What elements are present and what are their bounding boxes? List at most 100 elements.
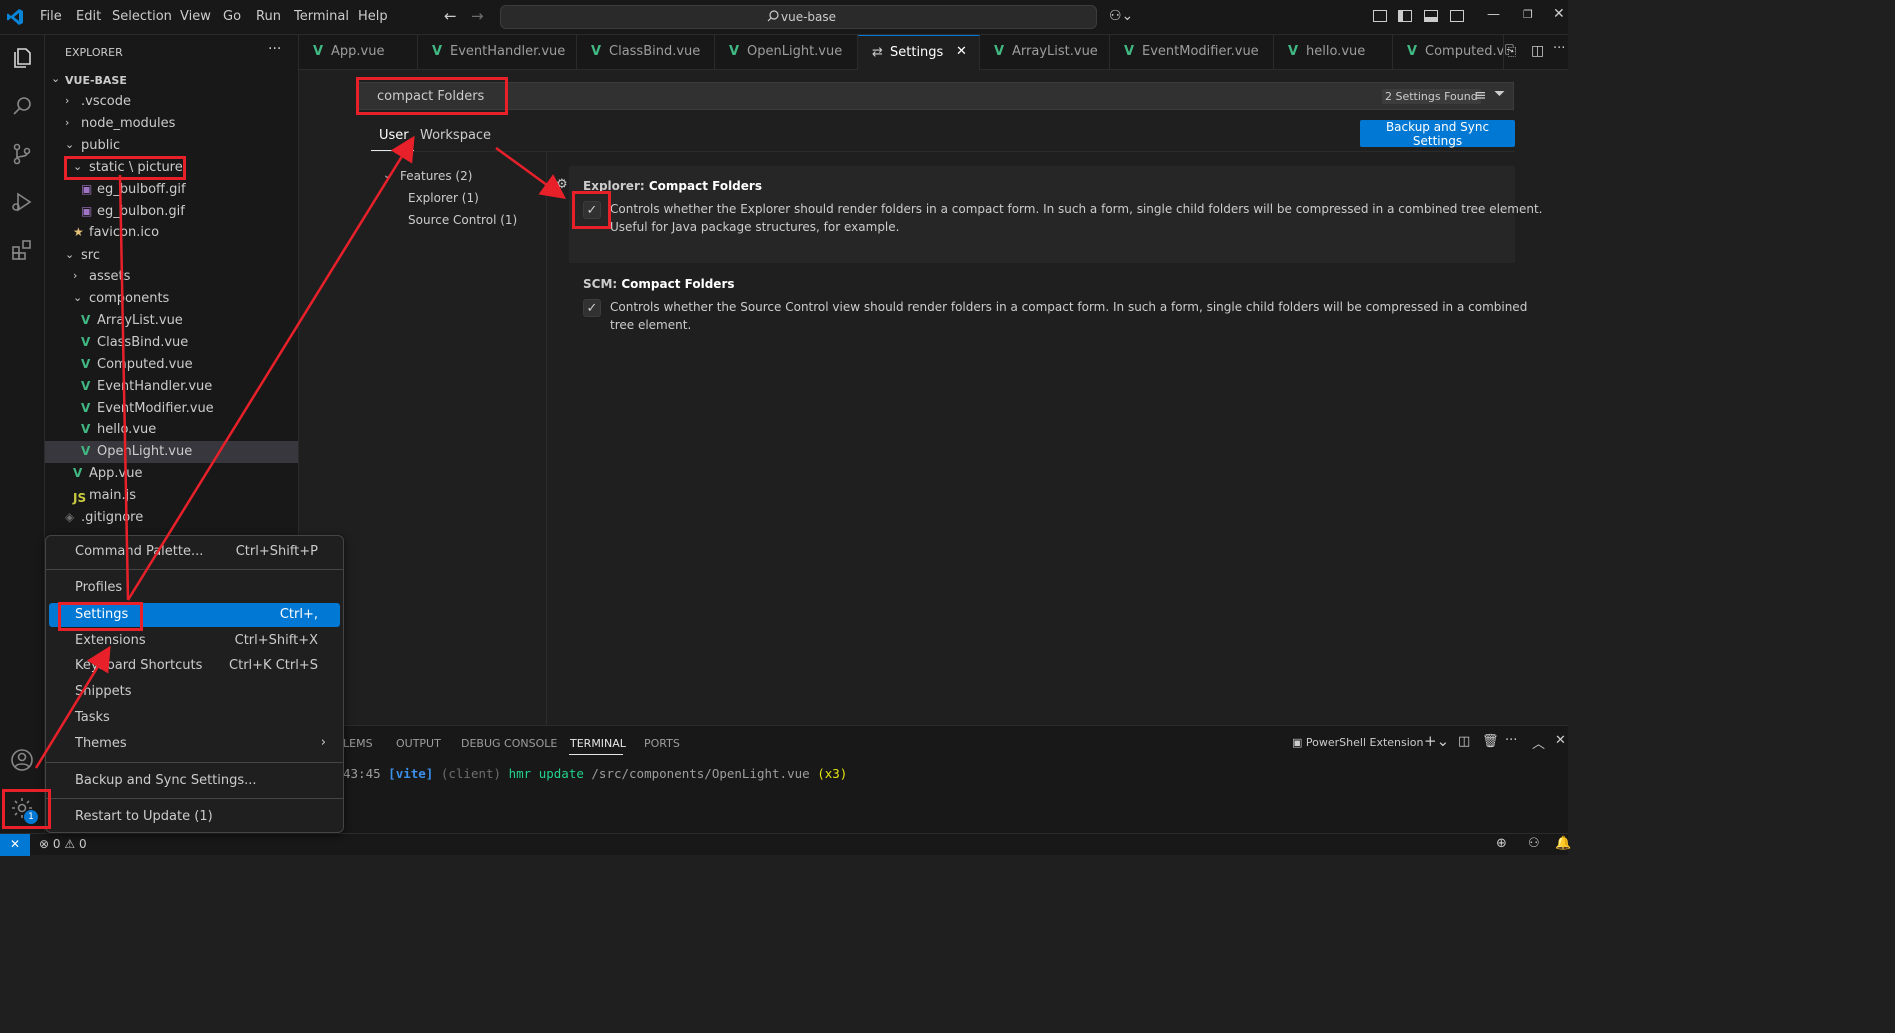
panel-tab-ports[interactable]: PORTS	[644, 737, 680, 750]
copilot-icon[interactable]: ⚇⌄	[1109, 8, 1133, 24]
tree-file[interactable]: V OpenLight.vue	[45, 441, 298, 463]
tab-settings[interactable]: ⇄ Settings ✕	[858, 35, 980, 70]
terminal-selector[interactable]: ▣ PowerShell Extension	[1292, 736, 1424, 749]
annotation-box-search	[356, 77, 508, 115]
menu-keyboard-shortcuts[interactable]: Keyboard Shortcuts Ctrl+K Ctrl+S	[49, 654, 340, 678]
open-settings-json-icon[interactable]: ⎘	[1505, 43, 1516, 59]
more-actions-icon[interactable]: ···	[1553, 41, 1565, 56]
close-tab-icon[interactable]: ✕	[956, 44, 967, 59]
tree-file[interactable]: ▣ eg_bulboff.gif	[45, 179, 298, 201]
new-terminal-icon[interactable]: +⌄	[1424, 732, 1449, 750]
menu-tasks[interactable]: Tasks	[49, 706, 340, 730]
tree-file[interactable]: V ClassBind.vue	[45, 332, 298, 354]
tree-folder[interactable]: ⌄ src	[45, 245, 298, 267]
tree-file[interactable]: ★ favicon.ico	[45, 222, 298, 244]
menu-terminal[interactable]: Terminal	[294, 9, 349, 24]
trash-icon[interactable]: 🗑	[1482, 734, 1499, 749]
menu-help[interactable]: Help	[358, 9, 388, 24]
close-window-icon[interactable]: ✕	[1553, 6, 1565, 22]
tree-folder[interactable]: › .vscode	[45, 91, 298, 113]
toc-features[interactable]: Features (2)	[400, 169, 472, 183]
menu-themes[interactable]: Themes ›	[49, 732, 340, 756]
tab-classbind-vue[interactable]: V ClassBind.vue	[577, 35, 715, 70]
tab-eventmodifier-vue[interactable]: V EventModifier.vue	[1110, 35, 1274, 70]
tab-computed-vue[interactable]: VComputed.vue	[1393, 35, 1504, 70]
command-center-search[interactable]: vue-base	[500, 5, 1097, 29]
accounts-icon[interactable]	[8, 746, 36, 774]
menu-command-palette[interactable]: Command Palette... Ctrl+Shift+P	[49, 540, 340, 564]
workspace-root[interactable]: ⌄ VUE-BASE	[45, 69, 298, 91]
menu-backup-sync[interactable]: Backup and Sync Settings...	[49, 769, 340, 793]
menu-run[interactable]: Run	[256, 9, 281, 24]
menu-go[interactable]: Go	[223, 9, 241, 24]
tree-folder[interactable]: › assets	[45, 266, 298, 288]
tree-file[interactable]: V EventHandler.vue	[45, 376, 298, 398]
tree-file[interactable]: V EventModifier.vue	[45, 398, 298, 420]
filter-icon[interactable]: ⏷	[1494, 86, 1505, 102]
search-view-icon[interactable]	[8, 92, 36, 120]
remote-indicator-icon[interactable]: ✕	[0, 834, 30, 856]
tab-app-vue[interactable]: V App.vue	[299, 35, 418, 70]
maximize-panel-icon[interactable]: ︿	[1532, 733, 1545, 752]
panel-tab-terminal[interactable]: TERMINAL	[570, 737, 626, 750]
restore-icon[interactable]: ❐	[1523, 8, 1533, 21]
tree-file[interactable]: V Computed.vue	[45, 354, 298, 376]
menu-snippets[interactable]: Snippets	[49, 680, 340, 704]
menu-edit[interactable]: Edit	[76, 9, 101, 24]
scm-compact-folders-checkbox[interactable]: ✓	[583, 299, 601, 317]
panel-tab-problems[interactable]: LEMS	[343, 737, 373, 750]
tree-file[interactable]: V App.vue	[45, 463, 298, 485]
activity-bar: 1	[0, 35, 45, 833]
toc-explorer[interactable]: Explorer (1)	[408, 191, 479, 205]
panel-tab-debug-console[interactable]: DEBUG CONSOLE	[461, 737, 557, 750]
tree-folder[interactable]: ⌄ public	[45, 135, 298, 157]
menu-view[interactable]: View	[180, 9, 211, 24]
forward-arrow-icon[interactable]: →	[471, 7, 484, 25]
tree-item-label: public	[81, 138, 121, 153]
clear-filter-icon[interactable]: ≡	[1474, 86, 1487, 104]
toc-source-control[interactable]: Source Control (1)	[408, 213, 517, 227]
tab-eventhandler-vue[interactable]: V EventHandler.vue	[418, 35, 577, 70]
zoom-icon[interactable]: ⊕	[1496, 836, 1507, 851]
minimize-icon[interactable]: —	[1487, 7, 1500, 22]
tree-file[interactable]: ▣ eg_bulbon.gif	[45, 201, 298, 223]
toggle-secondary-sidebar-icon[interactable]	[1450, 10, 1464, 22]
tab-workspace-scope[interactable]: Workspace	[420, 128, 491, 143]
notifications-icon[interactable]: 🔔	[1555, 836, 1571, 851]
problems-indicator[interactable]: ⊗ 0 ⚠ 0	[39, 837, 87, 851]
setting-gear-icon[interactable]: ⚙	[556, 177, 568, 192]
tab-user-scope[interactable]: User	[379, 128, 409, 143]
more-actions-icon[interactable]: ···	[268, 41, 281, 57]
run-debug-icon[interactable]	[8, 188, 36, 216]
menu-file[interactable]: File	[40, 9, 62, 24]
copilot-status-icon[interactable]: ⚇	[1528, 836, 1540, 851]
tree-folder[interactable]: › node_modules	[45, 113, 298, 135]
split-terminal-icon[interactable]: ◫	[1458, 734, 1470, 749]
panel-tab-output[interactable]: OUTPUT	[396, 737, 441, 750]
tree-file[interactable]: Vhello.vue	[45, 419, 298, 441]
more-actions-icon[interactable]: ···	[1505, 733, 1517, 748]
settings-search-input[interactable]: compact Folders 2 Settings Found ≡ ⏷	[356, 82, 1514, 110]
menu-selection[interactable]: Selection	[112, 9, 172, 24]
source-control-icon[interactable]	[8, 140, 36, 168]
tree-folder[interactable]: ⌄ components	[45, 288, 298, 310]
terminal-output[interactable]: 43:45 [vite] (client) hmr update /src/co…	[343, 766, 847, 781]
split-editor-icon[interactable]: ◫	[1531, 43, 1544, 59]
layout-customize-icon[interactable]	[1373, 10, 1387, 22]
menu-restart-to-update[interactable]: Restart to Update (1)	[49, 805, 340, 829]
explorer-icon[interactable]	[8, 44, 36, 72]
toggle-sidebar-icon[interactable]	[1398, 10, 1412, 22]
tree-file[interactable]: ◈ .gitignore	[45, 507, 298, 529]
tree-file[interactable]: JS main.js	[45, 485, 298, 507]
menu-extensions[interactable]: Extensions Ctrl+Shift+X	[49, 629, 340, 653]
menu-profiles[interactable]: Profiles	[49, 576, 340, 600]
tab-arraylist-vue[interactable]: V ArrayList.vue	[980, 35, 1110, 70]
tab-openlight-vue[interactable]: V OpenLight.vue	[715, 35, 858, 70]
toggle-panel-icon[interactable]	[1424, 10, 1438, 22]
back-arrow-icon[interactable]: ←	[444, 7, 457, 25]
close-panel-icon[interactable]: ✕	[1555, 733, 1566, 748]
extensions-icon[interactable]	[8, 236, 36, 264]
tree-file[interactable]: V ArrayList.vue	[45, 310, 298, 332]
backup-sync-button[interactable]: Backup and Sync Settings	[1360, 120, 1515, 148]
tab-hello-vue[interactable]: Vhello.vue	[1274, 35, 1393, 70]
